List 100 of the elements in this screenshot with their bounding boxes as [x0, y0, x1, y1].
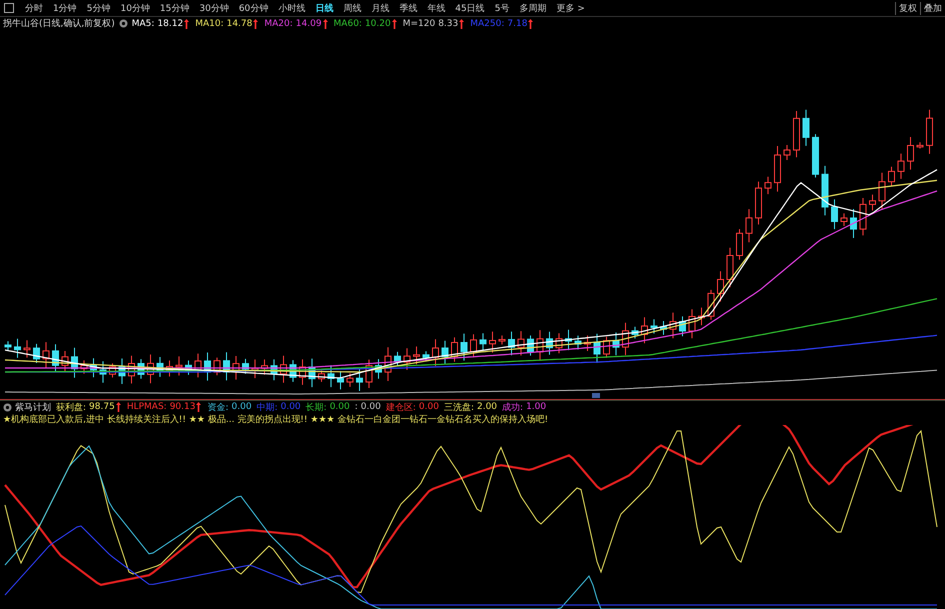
candlestick — [204, 352, 211, 382]
period-tab[interactable]: 季线 — [394, 2, 422, 14]
indicator-name: 中期: — [256, 402, 278, 414]
indicator-name: HLPMAS: — [126, 402, 167, 412]
candlestick — [746, 208, 752, 243]
candlestick — [850, 208, 857, 238]
candlestick — [24, 340, 30, 358]
candlestick — [176, 356, 182, 376]
period-tab[interactable]: 月线 — [366, 2, 394, 14]
candlestick — [346, 372, 354, 388]
candlestick — [860, 198, 866, 236]
period-tab[interactable]: 60分钟 — [234, 2, 274, 14]
candlestick — [413, 346, 420, 365]
indicator-title: 紫马计划 — [15, 402, 51, 414]
period-tab[interactable]: 小时线 — [273, 2, 310, 14]
candlestick — [290, 360, 296, 382]
candlestick — [375, 358, 382, 380]
candlestick — [518, 330, 524, 356]
candlestick — [840, 212, 848, 226]
candlestick — [42, 342, 50, 368]
period-tab[interactable]: 更多 > — [551, 2, 590, 14]
toolbar-button[interactable]: 复权 — [895, 2, 920, 14]
candlestick — [480, 332, 486, 351]
candlestick — [869, 194, 876, 211]
up-arrow-icon — [322, 18, 328, 28]
indicator-value: 0.00 — [280, 402, 301, 412]
candlestick — [565, 329, 572, 351]
candlestick — [498, 335, 506, 345]
period-tab[interactable]: 30分钟 — [194, 2, 234, 14]
candlestick — [650, 318, 658, 334]
period-tab[interactable]: 年线 — [422, 2, 450, 14]
candlestick — [764, 176, 772, 195]
indicator-value: 0.00 — [418, 402, 439, 412]
period-tab[interactable]: 1分钟 — [48, 2, 82, 14]
candlestick — [404, 348, 410, 370]
period-tab[interactable]: 分时 — [20, 2, 48, 14]
indicator-name: MA5: — [132, 18, 154, 28]
candlestick — [214, 357, 220, 376]
candlestick — [812, 134, 819, 178]
window-icon[interactable] — [4, 3, 14, 13]
candlestick — [366, 359, 372, 388]
candlestick — [907, 136, 914, 170]
indicator-value: 90.13 — [170, 402, 196, 412]
candlestick — [793, 110, 800, 158]
indicator-value: 10.20 — [364, 18, 391, 28]
candlestick — [574, 335, 582, 350]
indicator-value: 0.00 — [232, 402, 252, 412]
candlestick — [878, 172, 886, 210]
candlestick — [726, 247, 734, 288]
candlestick — [80, 360, 88, 374]
candlestick — [185, 360, 192, 376]
period-tab[interactable]: 5号 — [490, 2, 514, 14]
candlestick — [223, 352, 230, 381]
period-tab[interactable]: 10分钟 — [115, 2, 155, 14]
settings-icon[interactable] — [118, 19, 128, 28]
candlestick — [166, 360, 173, 377]
indicator-name: MA20: — [264, 18, 293, 28]
candlestick — [603, 336, 610, 358]
candlestick — [784, 144, 790, 160]
candlestick — [194, 353, 202, 378]
candlestick — [888, 166, 895, 187]
period-tab[interactable]: 日线 — [310, 2, 338, 14]
indicator-value: 0.00 — [360, 402, 381, 412]
toolbar-button[interactable]: 叠加 — [920, 2, 945, 14]
candlestick — [536, 330, 544, 362]
period-tab[interactable]: 15分钟 — [154, 2, 194, 14]
candlestick — [318, 370, 325, 382]
candlestick — [451, 336, 458, 362]
indicator-value: 2.00 — [476, 402, 498, 412]
candlestick — [299, 358, 306, 386]
candlestick — [261, 359, 268, 376]
candlestick — [147, 354, 154, 384]
chart-title: 拐牛山谷(日线,确认,前复权) — [3, 18, 115, 30]
period-tab[interactable]: 多周期 — [514, 2, 552, 14]
candlestick — [14, 338, 21, 358]
candlestick — [632, 326, 638, 339]
settings-icon[interactable] — [3, 402, 12, 412]
candlestick — [71, 347, 78, 378]
indicator-name: MA250: — [470, 18, 504, 28]
candlestick — [470, 334, 477, 358]
candlestick — [337, 370, 344, 390]
period-tab[interactable]: 5分钟 — [82, 2, 116, 14]
candlestick — [394, 351, 401, 367]
candlestick — [308, 358, 316, 388]
candlestick — [641, 316, 648, 344]
candlestick — [242, 358, 249, 374]
candlestick — [556, 332, 562, 354]
up-arrow-icon — [528, 18, 534, 28]
candlestick — [90, 358, 97, 378]
candlestick — [356, 368, 363, 392]
period-tab[interactable]: 45日线 — [450, 2, 490, 14]
candlestick — [802, 109, 810, 146]
candlestick — [4, 340, 12, 352]
candlestick — [489, 331, 496, 354]
indicator-value: 18.12 — [157, 18, 184, 28]
candlestick — [384, 346, 392, 382]
period-tab[interactable]: 周线 — [338, 2, 366, 14]
indicator-name: 资金: — [207, 402, 229, 414]
candlestick — [52, 344, 59, 372]
candlestick — [612, 332, 620, 356]
